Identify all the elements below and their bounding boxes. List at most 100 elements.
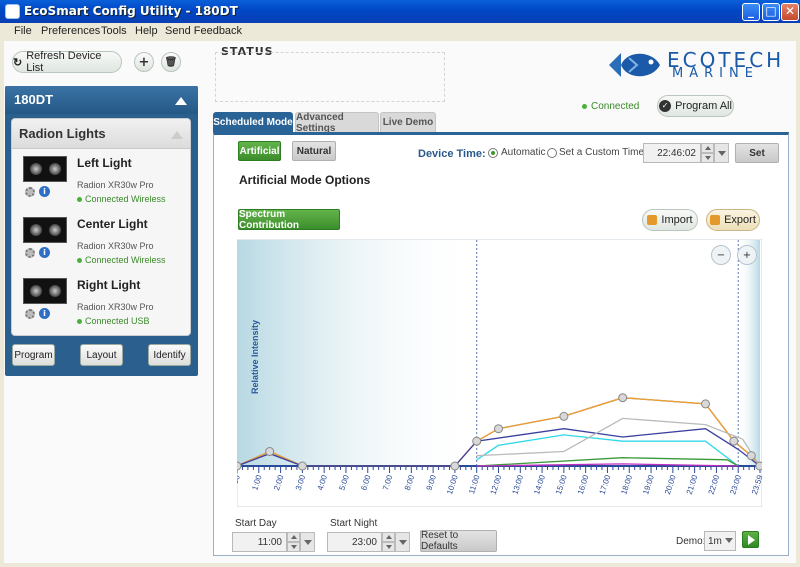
spectrum-contribution-button[interactable]: Spectrum Contribution	[238, 209, 340, 231]
status-dot-icon	[77, 258, 82, 264]
status-dot-icon	[77, 197, 82, 203]
tab-live-demo[interactable]: Live Demo	[380, 112, 436, 132]
light-item-center[interactable]: i Center Light Radion XR30w Pro Connecte…	[16, 214, 188, 274]
export-label: Export	[724, 214, 756, 226]
demo-label: Demo:	[676, 536, 706, 547]
start-day-label: Start Day	[235, 518, 277, 529]
app-icon	[5, 4, 20, 19]
schedule-point-handle[interactable]	[559, 411, 569, 421]
schedule-point-handle[interactable]	[297, 461, 307, 471]
check-icon: ✓	[659, 100, 672, 112]
schedule-point-handle[interactable]	[237, 461, 242, 471]
section-title: Artificial Mode Options	[239, 173, 371, 187]
tab-advanced-settings[interactable]: Advanced Settings	[295, 112, 379, 134]
start-day-input[interactable]: 11:00	[232, 532, 287, 552]
program-button[interactable]: Program	[12, 344, 55, 366]
delete-device-button[interactable]: 🗑	[161, 52, 181, 72]
connection-status: Connected	[582, 101, 639, 112]
night-band-right	[738, 240, 760, 466]
group-header[interactable]: Radion Lights	[12, 119, 190, 149]
night-band-left	[237, 240, 477, 466]
demo-dropdown-icon[interactable]	[722, 531, 737, 551]
schedule-point-handle[interactable]	[729, 436, 739, 446]
time-stepper[interactable]	[701, 143, 714, 163]
menu-bar: File Preferences Tools Help Send Feedbac…	[0, 23, 800, 41]
intensity-chart[interactable]: 0:00 1:00 2:00 3:00 4:00 5:00 6:00 7:00 8:00 9:00…	[237, 239, 762, 507]
layout-button[interactable]: Layout	[80, 344, 123, 366]
tab-scheduled-mode[interactable]: Scheduled Mode	[213, 112, 293, 132]
play-demo-button[interactable]	[742, 531, 759, 548]
light-model: Radion XR30w Pro	[77, 302, 154, 312]
schedule-point-handle[interactable]	[755, 461, 762, 471]
import-label: Import	[661, 214, 693, 226]
reset-to-defaults-button[interactable]: Reset to Defaults	[420, 530, 497, 552]
light-thumbnail	[23, 156, 67, 182]
schedule-point-handle[interactable]	[450, 461, 460, 471]
import-button[interactable]: Import	[642, 209, 698, 231]
automatic-label: Automatic	[501, 147, 546, 158]
menu-tools[interactable]: Tools	[101, 25, 127, 37]
device-time-input[interactable]: 22:46:02	[643, 143, 701, 163]
zoom-out-icon[interactable]: −	[711, 245, 731, 265]
gear-icon[interactable]	[25, 309, 35, 319]
refresh-device-list-button[interactable]: ↻ Refresh Device List	[12, 50, 122, 74]
light-model: Radion XR30w Pro	[77, 241, 154, 251]
schedule-point-handle[interactable]	[746, 451, 756, 461]
add-device-button[interactable]: +	[134, 52, 154, 72]
light-name: Right Light	[77, 278, 141, 292]
device-name: 180DT	[14, 92, 54, 107]
minimize-button[interactable]: _	[742, 3, 760, 21]
start-night-dropdown[interactable]	[395, 532, 410, 552]
schedule-point-handle[interactable]	[494, 424, 503, 434]
set-time-button[interactable]: Set	[735, 143, 779, 163]
start-day-dropdown[interactable]	[300, 532, 315, 552]
light-name: Left Light	[77, 156, 132, 170]
start-night-stepper[interactable]	[382, 532, 395, 552]
artificial-button[interactable]: Artificial	[238, 141, 281, 161]
start-day-stepper[interactable]	[287, 532, 300, 552]
schedule-point-handle[interactable]	[701, 399, 711, 409]
light-thumbnail	[23, 217, 67, 243]
device-header[interactable]: 180DT	[5, 86, 198, 114]
start-night-label: Start Night	[330, 518, 378, 529]
automatic-radio[interactable]	[488, 148, 498, 158]
natural-button[interactable]: Natural	[292, 141, 336, 161]
title-bar: EcoSmart Config Utility - 180DT _ □ ✕	[0, 0, 800, 23]
program-all-label: Program All	[675, 100, 732, 112]
schedule-point-handle[interactable]	[265, 447, 275, 457]
schedule-point-handle[interactable]	[618, 393, 628, 403]
menu-preferences[interactable]: Preferences	[41, 25, 100, 37]
menu-file[interactable]: File	[14, 25, 32, 37]
export-button[interactable]: Export	[706, 209, 760, 231]
maximize-button[interactable]: □	[762, 3, 780, 21]
menu-help[interactable]: Help	[135, 25, 158, 37]
info-icon[interactable]: i	[39, 308, 50, 319]
status-dot-icon	[77, 319, 82, 325]
program-all-button[interactable]: ✓ Program All	[657, 95, 734, 117]
start-night-input[interactable]: 23:00	[327, 532, 382, 552]
logo-marine: MARINE	[672, 66, 759, 81]
identify-button[interactable]: Identify	[148, 344, 191, 366]
light-item-left[interactable]: i Left Light Radion XR30w Pro Connected …	[16, 153, 188, 213]
light-status: Connected Wireless	[77, 255, 166, 265]
collapse-group-icon[interactable]	[171, 131, 183, 139]
gear-icon[interactable]	[25, 187, 35, 197]
device-time-label: Device Time:	[418, 148, 486, 160]
gear-icon[interactable]	[25, 248, 35, 258]
time-dropdown[interactable]	[714, 143, 729, 163]
status-box	[215, 52, 445, 102]
zoom-in-icon[interactable]: +	[737, 245, 757, 265]
light-item-right[interactable]: i Right Light Radion XR30w Pro Connected…	[16, 275, 188, 335]
info-icon[interactable]: i	[39, 186, 50, 197]
radion-lights-group: Radion Lights i Left Light Radion XR30w …	[11, 118, 191, 336]
info-icon[interactable]: i	[39, 247, 50, 258]
custom-time-radio[interactable]	[547, 148, 557, 158]
ecotech-fish-logo	[609, 53, 660, 77]
y-axis-label: Relative Intensity	[250, 320, 260, 394]
light-model: Radion XR30w Pro	[77, 180, 154, 190]
collapse-device-icon[interactable]	[175, 97, 187, 105]
schedule-point-handle[interactable]	[472, 436, 482, 446]
close-button[interactable]: ✕	[781, 3, 799, 21]
light-thumbnail	[23, 278, 67, 304]
menu-send-feedback[interactable]: Send Feedback	[165, 25, 242, 37]
